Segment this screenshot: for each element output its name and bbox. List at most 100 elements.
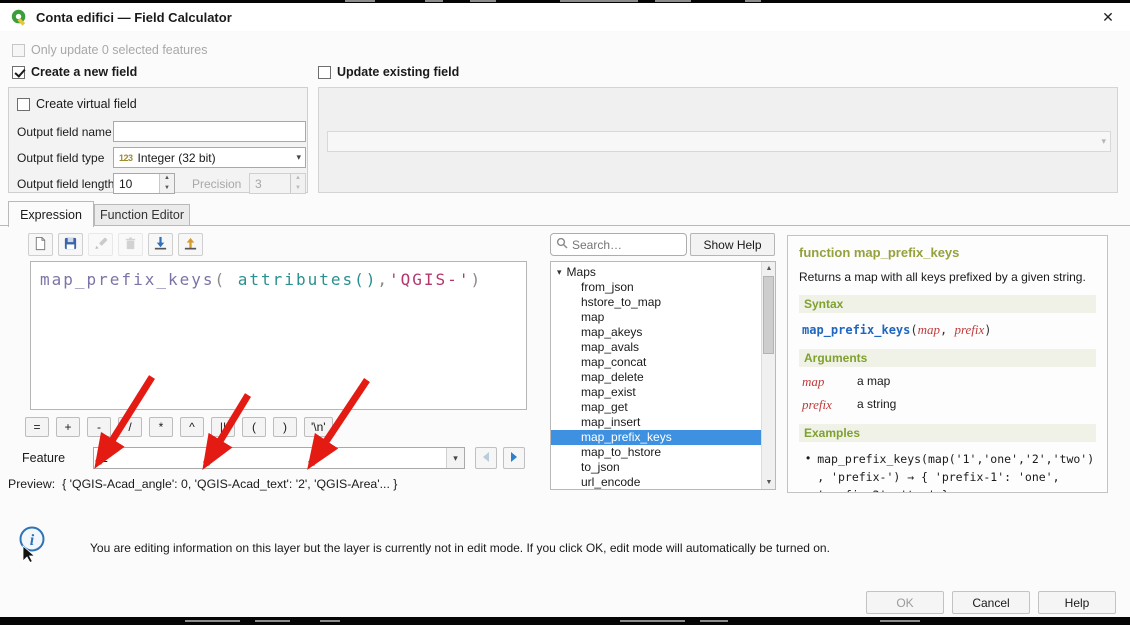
tree-item[interactable]: map_delete: [551, 370, 762, 385]
tree-item[interactable]: map_avals: [551, 340, 762, 355]
tree-item[interactable]: hstore_to_map: [551, 295, 762, 310]
window-titlebar: Conta edifici — Field Calculator ✕: [0, 3, 1130, 31]
expression-attributes-token: attributes: [226, 270, 354, 289]
checkbox-box: [318, 66, 331, 79]
output-field-name-label: Output field name: [17, 125, 112, 139]
chevron-down-icon[interactable]: ▾: [446, 448, 464, 468]
feature-previous-button[interactable]: [475, 447, 497, 469]
function-tree[interactable]: ▾ Maps from_json hstore_to_map map map_a…: [550, 261, 776, 490]
tree-item[interactable]: to_json: [551, 460, 762, 475]
scroll-up-icon[interactable]: ▲: [762, 262, 776, 275]
checkbox-box: [12, 66, 25, 79]
screen-background: Conta edifici — Field Calculator ✕ Only …: [0, 0, 1130, 625]
spinner-buttons[interactable]: ▲ ▼: [159, 174, 174, 193]
tree-collapse-icon: ▾: [557, 267, 562, 278]
background-app-remnant: [880, 620, 920, 622]
argument-description: a map: [857, 374, 890, 390]
show-help-button[interactable]: Show Help: [690, 233, 775, 256]
tree-item[interactable]: map_akeys: [551, 325, 762, 340]
tree-item[interactable]: map_concat: [551, 355, 762, 370]
help-syntax-header: Syntax: [799, 295, 1096, 313]
expression-paren-token: (): [354, 270, 377, 289]
background-app-remnant: [470, 0, 496, 2]
output-field-length-value: 10: [119, 177, 132, 191]
tree-item[interactable]: map_exist: [551, 385, 762, 400]
argument-name: map: [802, 374, 857, 390]
operator-button-close-paren[interactable]: ): [273, 417, 297, 437]
feature-selector[interactable]: 2 ▾: [93, 447, 465, 469]
output-field-type-select[interactable]: 123 Integer (32 bit) ▾: [113, 147, 306, 168]
output-field-length-stepper[interactable]: 10 ▲ ▼: [113, 173, 175, 194]
spin-down-icon: ▼: [291, 184, 305, 194]
dropdown-arrow-glyph: ▾: [453, 453, 458, 464]
expression-preview: Preview: { 'QGIS-Acad_angle': 0, 'QGIS-A…: [8, 477, 397, 491]
delete-expression-button[interactable]: [118, 233, 143, 256]
existing-field-select[interactable]: ▾: [327, 131, 1111, 152]
argument-row: prefix a string: [802, 397, 1096, 413]
preview-label: Preview:: [8, 477, 55, 491]
tab-function-editor[interactable]: Function Editor: [94, 204, 190, 225]
tree-item[interactable]: map_to_hstore: [551, 445, 762, 460]
import-expression-button[interactable]: [148, 233, 173, 256]
feature-next-button[interactable]: [503, 447, 525, 469]
tree-item[interactable]: url_encode: [551, 475, 762, 490]
create-virtual-field-checkbox[interactable]: Create virtual field: [17, 97, 137, 111]
tree-item-selected[interactable]: map_prefix_keys: [551, 430, 762, 445]
tree-item[interactable]: map_get: [551, 400, 762, 415]
only-update-selected-label: Only update 0 selected features: [31, 43, 208, 57]
help-title: function map_prefix_keys: [799, 245, 1096, 260]
help-syntax-line: map_prefix_keys(map, prefix): [802, 322, 1096, 338]
precision-stepper[interactable]: 3 ▲ ▼: [249, 173, 306, 194]
operator-button-minus[interactable]: -: [87, 417, 111, 437]
file-icon: [33, 236, 48, 254]
bullet-icon: •: [806, 451, 810, 493]
syntax-paren: (: [910, 323, 917, 337]
tree-item[interactable]: map_insert: [551, 415, 762, 430]
feature-label: Feature: [22, 451, 65, 465]
help-label: Help: [1065, 596, 1090, 610]
update-existing-field-checkbox[interactable]: Update existing field: [318, 65, 459, 79]
spin-up-icon: ▲: [160, 174, 174, 184]
operator-button-multiply[interactable]: *: [149, 417, 173, 437]
scrollbar-thumb[interactable]: [763, 276, 774, 354]
cancel-button[interactable]: Cancel: [952, 591, 1030, 614]
operator-button-open-paren[interactable]: (: [242, 417, 266, 437]
expression-editor[interactable]: map_prefix_keys( attributes(),'QGIS-'): [30, 261, 527, 410]
new-expression-button[interactable]: [28, 233, 53, 256]
operator-button-plus[interactable]: +: [56, 417, 80, 437]
help-button[interactable]: Help: [1038, 591, 1116, 614]
operator-button-power[interactable]: ^: [180, 417, 204, 437]
tab-expression-label: Expression: [20, 208, 82, 222]
export-expression-button[interactable]: [178, 233, 203, 256]
output-field-name-input[interactable]: [113, 121, 306, 142]
field-calculator-dialog: Conta edifici — Field Calculator ✕ Only …: [0, 3, 1130, 617]
syntax-separator: ,: [940, 323, 954, 337]
background-app-remnant: [620, 620, 685, 622]
function-search-input[interactable]: [572, 238, 672, 252]
operator-button-equals[interactable]: =: [25, 417, 49, 437]
tree-group-maps[interactable]: ▾ Maps: [551, 264, 775, 280]
tree-item[interactable]: from_json: [551, 280, 762, 295]
save-expression-button[interactable]: [58, 233, 83, 256]
trash-icon: [123, 236, 138, 254]
ok-button[interactable]: OK: [866, 591, 944, 614]
tree-item[interactable]: map: [551, 310, 762, 325]
argument-row: map a map: [802, 374, 1096, 390]
preview-value: { 'QGIS-Acad_angle': 0, 'QGIS-Acad_text'…: [62, 477, 397, 491]
operator-button-concat[interactable]: ||: [211, 417, 235, 437]
import-arrow-icon: [153, 236, 168, 254]
help-description: Returns a map with all keys prefixed by …: [799, 270, 1096, 284]
tab-expression[interactable]: Expression: [8, 201, 94, 227]
update-existing-group: ▾: [318, 87, 1118, 193]
expression-paren-token: (: [215, 270, 227, 289]
scroll-down-icon[interactable]: ▼: [762, 476, 776, 489]
syntax-arg-prefix: prefix: [954, 322, 984, 337]
close-button[interactable]: ✕: [1098, 7, 1118, 27]
operator-button-divide[interactable]: /: [118, 417, 142, 437]
edit-expression-button[interactable]: [88, 233, 113, 256]
only-update-selected-checkbox[interactable]: Only update 0 selected features: [12, 43, 208, 57]
create-new-field-checkbox[interactable]: Create a new field: [12, 65, 137, 79]
operator-button-newline[interactable]: '\n': [304, 417, 333, 437]
tree-scrollbar[interactable]: ▲ ▼: [761, 262, 775, 489]
chevron-down-icon: ▾: [1101, 136, 1106, 147]
